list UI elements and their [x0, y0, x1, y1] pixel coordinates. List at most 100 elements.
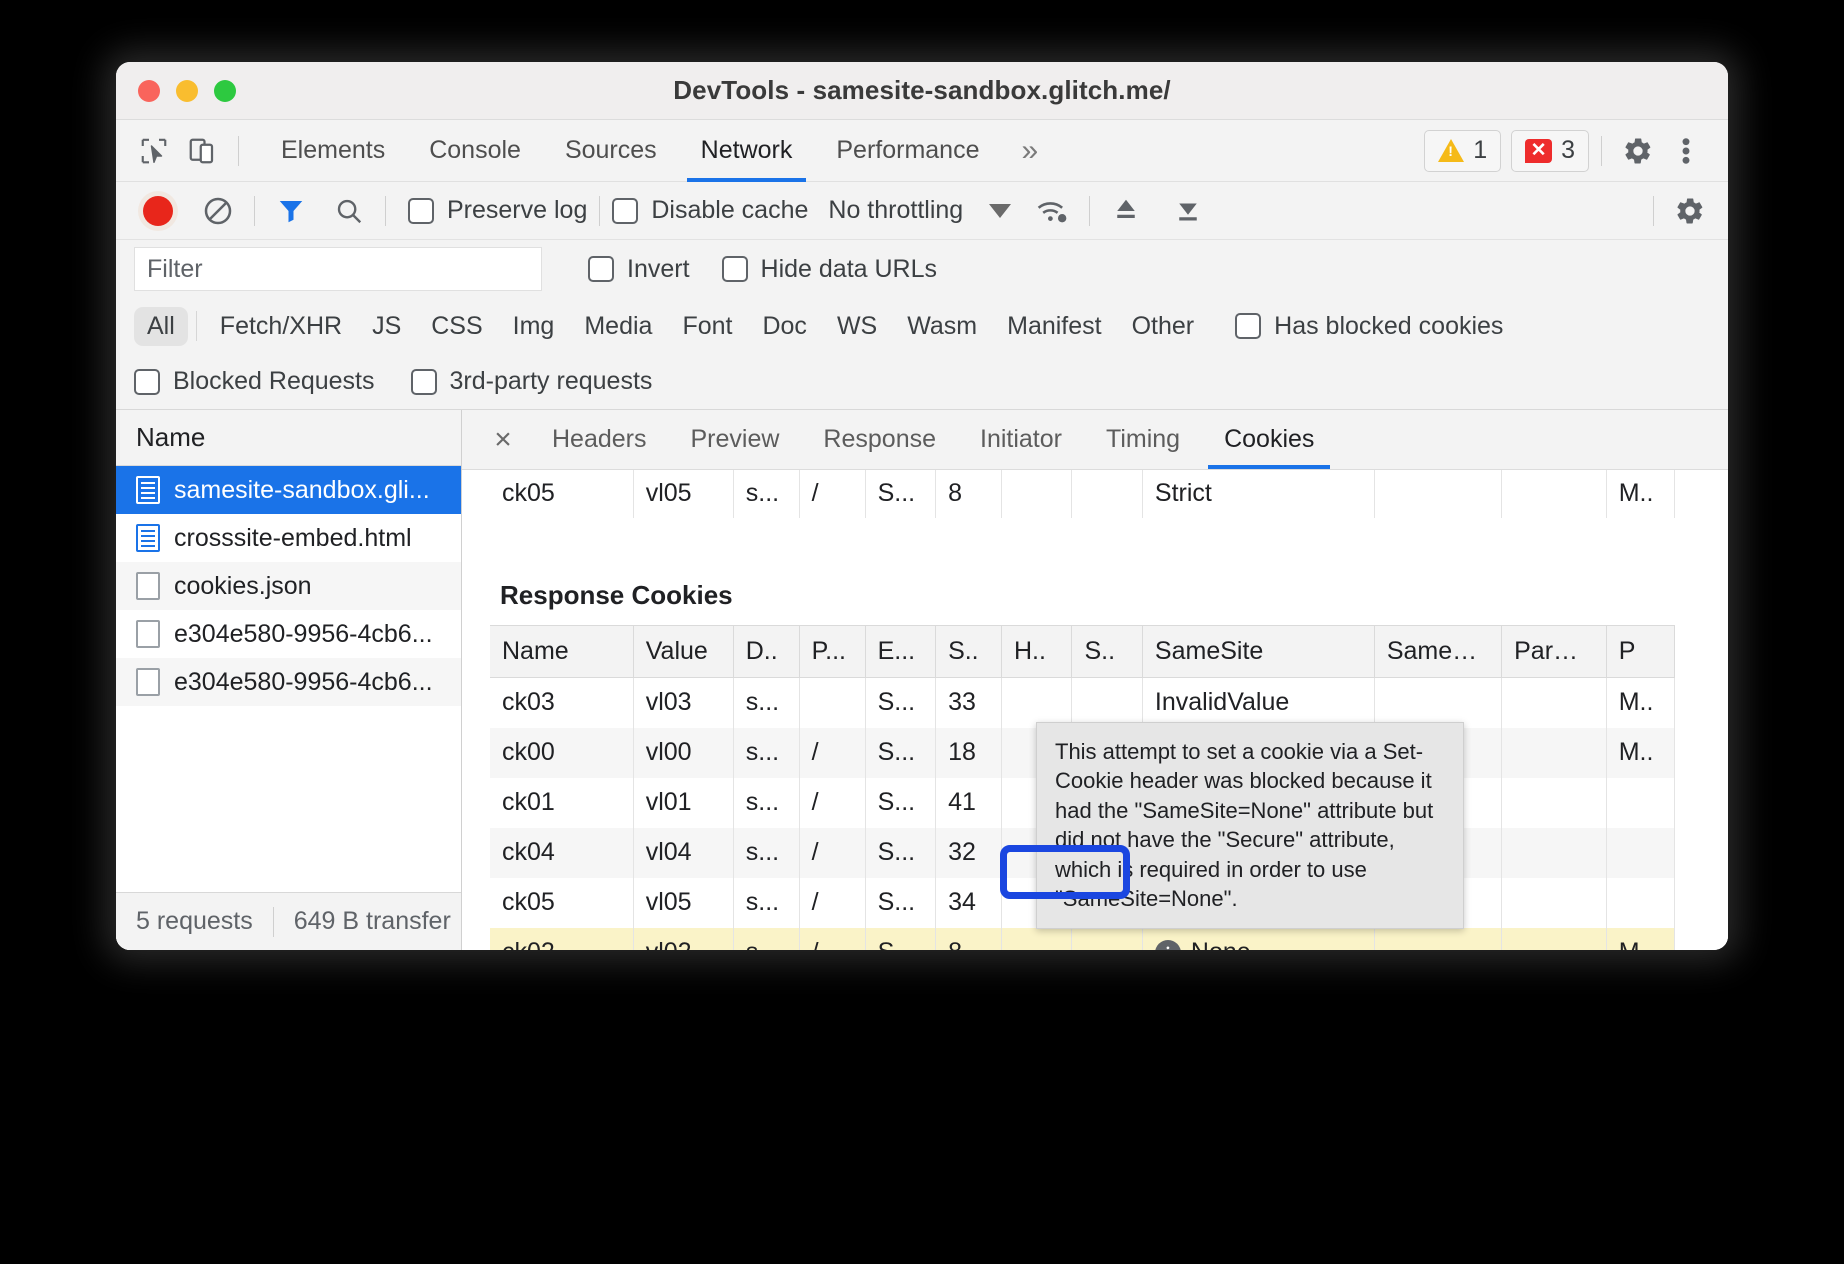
column-header-secure[interactable]: S..: [1072, 626, 1142, 678]
column-header-value[interactable]: Value: [633, 626, 733, 678]
inspect-cursor-icon[interactable]: [130, 127, 178, 175]
record-button[interactable]: [134, 187, 182, 235]
checkbox-box[interactable]: [411, 369, 437, 395]
type-filter-media[interactable]: Media: [569, 307, 667, 346]
cell-path: /: [799, 778, 865, 828]
tab-preview[interactable]: Preview: [669, 410, 802, 469]
type-filter-ws[interactable]: WS: [822, 307, 892, 346]
type-filter-js[interactable]: JS: [357, 307, 416, 346]
column-header-expires[interactable]: E...: [865, 626, 935, 678]
invert-checkbox[interactable]: Invert: [588, 255, 690, 284]
cell-samesite: InvalidValue: [1142, 678, 1374, 728]
filter-input[interactable]: [134, 247, 542, 291]
checkbox-box[interactable]: [408, 198, 434, 224]
tab-performance[interactable]: Performance: [814, 120, 1001, 182]
network-toolbar: Preserve log Disable cache No throttling: [116, 182, 1728, 240]
has-blocked-cookies-label: Has blocked cookies: [1274, 312, 1503, 341]
type-filter-doc[interactable]: Doc: [747, 307, 821, 346]
cell-priority: M..: [1606, 728, 1674, 778]
column-header-samepartykey[interactable]: Same…: [1374, 626, 1501, 678]
column-header-httponly[interactable]: H..: [1001, 626, 1071, 678]
checkbox-box[interactable]: [588, 256, 614, 282]
tab-sources[interactable]: Sources: [543, 120, 679, 182]
checkbox-box[interactable]: [722, 256, 748, 282]
table-row[interactable]: ck05 vl05 s... / S... 8 Strict: [490, 470, 1675, 518]
checkbox-box[interactable]: [134, 369, 160, 395]
has-blocked-cookies-checkbox[interactable]: Has blocked cookies: [1235, 312, 1503, 341]
info-icon[interactable]: i: [1155, 940, 1181, 950]
checkbox-box[interactable]: [1235, 313, 1261, 339]
checkbox-box[interactable]: [612, 198, 638, 224]
cell-expires: S...: [865, 778, 935, 828]
clear-icon[interactable]: [194, 187, 242, 235]
column-header-samesite[interactable]: SameSite: [1142, 626, 1374, 678]
cell-size: 41: [936, 778, 1002, 828]
type-filter-other[interactable]: Other: [1117, 307, 1210, 346]
disable-cache-label: Disable cache: [651, 196, 808, 225]
network-settings-gear-icon[interactable]: [1666, 187, 1714, 235]
column-header-priority[interactable]: P: [1606, 626, 1674, 678]
column-header-domain[interactable]: D..: [733, 626, 799, 678]
type-filter-fetch-xhr[interactable]: Fetch/XHR: [205, 307, 357, 346]
type-filter-img[interactable]: Img: [498, 307, 570, 346]
column-header-partition[interactable]: Par…: [1502, 626, 1607, 678]
disable-cache-checkbox[interactable]: Disable cache: [612, 196, 808, 225]
warning-count-badge[interactable]: 1: [1424, 130, 1501, 172]
cell-expires: S...: [865, 828, 935, 878]
preserve-log-checkbox[interactable]: Preserve log: [408, 196, 587, 225]
list-item[interactable]: samesite-sandbox.gli...: [116, 466, 461, 514]
cell-partition: [1502, 878, 1607, 928]
cell-name: ck03: [490, 678, 633, 728]
import-har-icon[interactable]: [1102, 187, 1150, 235]
list-item[interactable]: cookies.json: [116, 562, 461, 610]
network-conditions-icon[interactable]: [1029, 187, 1077, 235]
type-filter-all[interactable]: All: [134, 307, 188, 346]
tab-headers[interactable]: Headers: [530, 410, 669, 469]
type-filter-manifest[interactable]: Manifest: [992, 307, 1116, 346]
hide-data-urls-checkbox[interactable]: Hide data URLs: [722, 255, 937, 284]
table-row[interactable]: ck03 vl03 s... S... 33 InvalidValue: [490, 678, 1675, 728]
filter-row: Invert Hide data URLs: [116, 240, 1728, 298]
tab-timing[interactable]: Timing: [1084, 410, 1202, 469]
search-icon[interactable]: [325, 187, 373, 235]
gear-icon[interactable]: [1614, 127, 1662, 175]
tab-network[interactable]: Network: [679, 120, 815, 182]
column-header-name[interactable]: Name: [490, 626, 633, 678]
cell-size: 8: [936, 470, 1002, 518]
request-list-header[interactable]: Name: [116, 410, 461, 466]
kebab-menu-icon[interactable]: [1662, 127, 1710, 175]
error-count-badge[interactable]: ✕ 3: [1511, 130, 1589, 172]
column-header-size[interactable]: S..: [936, 626, 1002, 678]
list-item[interactable]: crosssite-embed.html: [116, 514, 461, 562]
cell-domain: s...: [733, 878, 799, 928]
chevron-down-icon[interactable]: [989, 204, 1011, 218]
third-party-requests-checkbox[interactable]: 3rd-party requests: [411, 367, 653, 396]
type-filter-css[interactable]: CSS: [416, 307, 497, 346]
column-header-path[interactable]: P...: [799, 626, 865, 678]
tab-response[interactable]: Response: [801, 410, 958, 469]
blocked-requests-checkbox[interactable]: Blocked Requests: [134, 367, 375, 396]
cell-value: vl04: [633, 828, 733, 878]
throttling-select[interactable]: No throttling: [828, 196, 1011, 225]
filter-funnel-icon[interactable]: [267, 187, 315, 235]
list-item[interactable]: e304e580-9956-4cb6...: [116, 610, 461, 658]
tab-initiator[interactable]: Initiator: [958, 410, 1084, 469]
more-tabs-icon[interactable]: »: [1001, 120, 1058, 182]
device-toolbar-icon[interactable]: [178, 127, 226, 175]
cell-value: vl05: [633, 470, 733, 518]
close-icon[interactable]: ×: [476, 410, 530, 469]
type-filter-font[interactable]: Font: [667, 307, 747, 346]
export-har-icon[interactable]: [1164, 187, 1212, 235]
cell-priority: M..: [1606, 678, 1674, 728]
cell-value: vl01: [633, 778, 733, 828]
tab-cookies[interactable]: Cookies: [1202, 410, 1336, 469]
cell-samesite-blocked[interactable]: iNone: [1142, 928, 1374, 951]
cell-samesite: Strict: [1142, 470, 1374, 518]
tab-elements[interactable]: Elements: [259, 120, 407, 182]
window-title: DevTools - samesite-sandbox.glitch.me/: [116, 75, 1728, 106]
tab-console[interactable]: Console: [407, 120, 543, 182]
type-filter-wasm[interactable]: Wasm: [892, 307, 992, 346]
network-body: Name samesite-sandbox.gli... crosssite-e…: [116, 410, 1728, 950]
table-row[interactable]: ck02 vl02 s... / S... 8 iNone: [490, 928, 1675, 951]
list-item[interactable]: e304e580-9956-4cb6...: [116, 658, 461, 706]
